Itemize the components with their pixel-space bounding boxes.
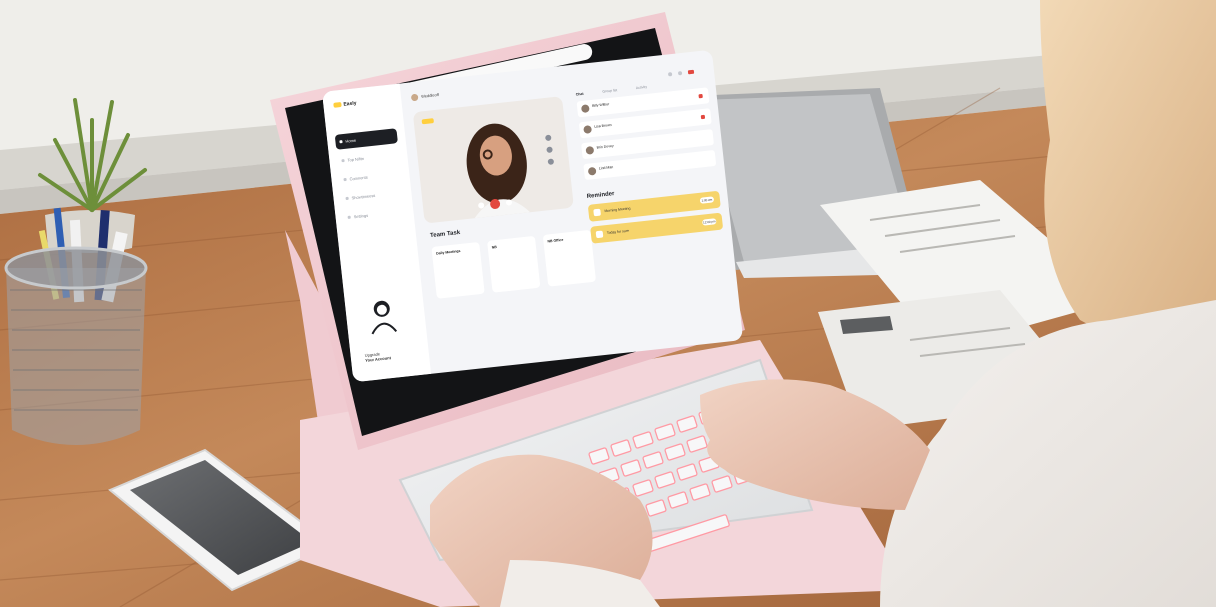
team-task-title: Team Task [429, 229, 461, 240]
nav-item-home[interactable]: Home [334, 128, 398, 150]
task-card[interactable]: Daily Meetings [431, 241, 485, 299]
mic-icon [478, 202, 485, 209]
bell-icon [593, 208, 601, 217]
user-name: Weddleoff [410, 91, 439, 102]
task-cards: Daily Meetings NB NB Office [431, 229, 606, 307]
bell-icon [678, 71, 683, 76]
app-nav: Home Top Nifitn Comnents Showtimeess Set… [334, 128, 407, 229]
search-icon [668, 72, 673, 77]
tab-group-list[interactable]: Group list [602, 88, 617, 94]
photo-scene: Easly Home Top Nifitn Comnents Showtimee… [0, 0, 1216, 607]
avatar [580, 104, 590, 114]
illustration-icon [371, 300, 398, 335]
avatar [585, 146, 595, 155]
avatar [587, 166, 597, 176]
caller-illustration [466, 123, 554, 219]
right-panel: Chat Group list Activity Billy Wilbur Li… [576, 78, 733, 331]
upgrade-promo[interactable]: Upgrade Your Account [354, 291, 419, 363]
nav-item-settings[interactable]: Settings [343, 204, 406, 226]
task-card[interactable]: NB Office [542, 229, 597, 287]
task-card[interactable]: NB [487, 235, 541, 293]
pencil-icon [595, 230, 604, 239]
unread-icon [700, 114, 706, 120]
nav-item-3[interactable]: Comnents [339, 166, 402, 188]
tablet-screen: Easly Home Top Nifitn Comnents Showtimee… [322, 49, 744, 383]
tab-activity[interactable]: Activity [636, 85, 647, 90]
avatar [583, 125, 593, 134]
app-logo: Easly [333, 100, 357, 108]
profile-icon [687, 69, 695, 75]
nav-item-2[interactable]: Top Nifitn [337, 147, 400, 169]
top-icons [665, 62, 695, 77]
unread-icon [698, 93, 703, 99]
video-call-panel[interactable] [412, 96, 574, 224]
nav-item-4[interactable]: Showtimeess [341, 185, 404, 207]
tab-chat[interactable]: Chat [576, 92, 584, 97]
avatar [410, 93, 419, 102]
